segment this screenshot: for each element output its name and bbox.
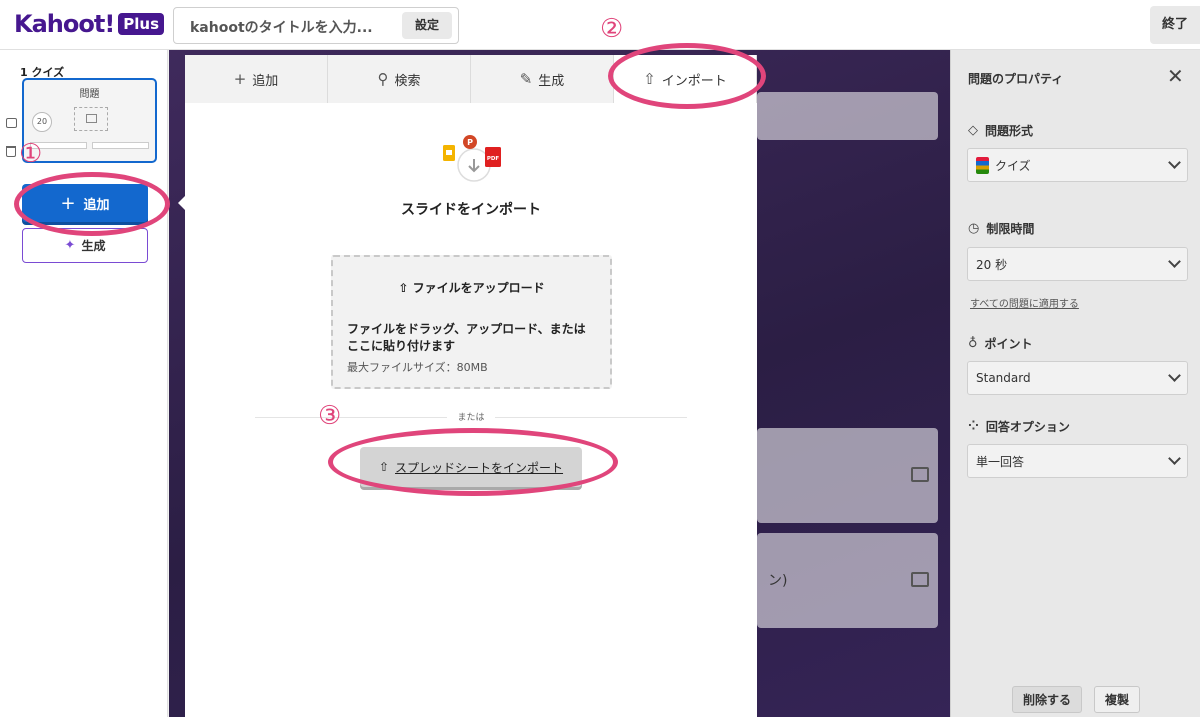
kahoot-logo[interactable]: Kahoot! Plus [14, 10, 165, 38]
add-question-modal: + 追加 ⚲ 検索 ✎ 生成 ⇧ インポート P PDF スライドをインポート … [185, 55, 757, 717]
settings-button[interactable]: 設定 [402, 12, 452, 39]
generate-label: 生成 [81, 239, 106, 253]
dots-icon: ⁘ [968, 419, 979, 434]
image-placeholder-icon [74, 107, 108, 131]
thumb-title: 問題 [79, 89, 100, 100]
panel-title: 問題のプロパティ [968, 72, 1064, 86]
or-separator: または [185, 410, 757, 423]
label-text: ポイント [984, 337, 1033, 351]
select-value: クイズ [995, 158, 1031, 173]
or-text: または [447, 413, 495, 423]
quiz-icon [976, 156, 989, 174]
exit-button[interactable]: 終了 [1150, 6, 1200, 44]
logo-text: Kahoot! [14, 10, 115, 38]
select-value: 20 秒 [976, 257, 1008, 272]
question-title-field [757, 92, 938, 140]
label-text: 回答オプション [985, 420, 1070, 434]
annotation-step-2: ② [600, 14, 624, 44]
apply-to-all-link[interactable]: すべての問題に適用する [970, 295, 1079, 310]
import-spreadsheet-button[interactable]: ⇧ スプレッドシートをインポート [360, 447, 582, 487]
wand-icon: ✦ [64, 238, 76, 253]
kahoot-title-input[interactable]: kahootのタイトルを入力... 設定 [173, 7, 459, 44]
tab-label: 追加 [252, 73, 279, 89]
chevron-down-icon [1168, 156, 1181, 169]
points-select[interactable]: Standard [967, 361, 1188, 395]
add-label: 追加 [83, 197, 110, 213]
upload-icon: ⇧ [378, 460, 390, 474]
points-label: ♁ ポイント [968, 335, 1033, 352]
title-placeholder: kahootのタイトルを入力... [190, 20, 373, 36]
generate-button[interactable]: ✦ 生成 [22, 228, 148, 263]
panel-actions: 削除する 複製 [951, 686, 1200, 713]
import-title: スライドをインポート [401, 202, 541, 218]
time-limit-select[interactable]: 20 秒 [967, 247, 1188, 281]
slide-import-icon: P PDF [443, 135, 501, 182]
select-value: Standard [976, 371, 1031, 385]
thumb-timer: 20 [32, 112, 52, 132]
tag-icon: ◇ [968, 123, 978, 138]
tab-label: インポート [661, 73, 727, 89]
upload-file-button[interactable]: ⇧ ファイルをアップロード [333, 279, 610, 296]
upload-max-size: 最大ファイルサイズ：80MB [347, 361, 488, 374]
answer-options-label: ⁘ 回答オプション [968, 418, 1070, 435]
tab-label: 検索 [394, 73, 421, 89]
close-icon[interactable]: ✕ [1167, 64, 1184, 88]
trash-icon[interactable] [6, 146, 16, 157]
delete-button[interactable]: 削除する [1011, 686, 1082, 713]
upload-label: ファイルをアップロード [412, 281, 545, 295]
tab-search[interactable]: ⚲ 検索 [328, 55, 471, 103]
duplicate-button[interactable]: 複製 [1094, 686, 1141, 713]
image-icon [911, 467, 929, 482]
answer-partial-text: ン) [768, 573, 788, 589]
tab-add[interactable]: + 追加 [185, 55, 328, 103]
annotation-step-3: ③ [318, 401, 342, 431]
modal-tabs: + 追加 ⚲ 検索 ✎ 生成 ⇧ インポート [185, 55, 757, 103]
annotation-step-1: ① [19, 139, 43, 169]
plus-icon: + [60, 192, 76, 214]
label-text: 問題形式 [985, 124, 1034, 138]
upload-icon: ⇧ [643, 70, 656, 88]
time-limit-label: ◷ 制限時間 [968, 220, 1034, 237]
select-value: 単一回答 [976, 454, 1025, 469]
answer-options-select[interactable]: 単一回答 [967, 444, 1188, 478]
clock-icon: ◷ [968, 221, 980, 236]
question-type-select[interactable]: クイズ [967, 148, 1188, 182]
powerpoint-letter: P [467, 138, 473, 147]
upload-icon: ⇧ [398, 281, 413, 295]
pdf-label: PDF [487, 156, 500, 162]
tab-import[interactable]: ⇧ インポート [614, 55, 757, 103]
medal-icon: ♁ [968, 336, 978, 351]
question-properties-panel: 問題のプロパティ ✕ ◇ 問題形式 クイズ ◷ 制限時間 20 秒 すべての問題… [950, 50, 1200, 717]
chevron-down-icon [1168, 452, 1181, 465]
upload-description: ファイルをドラッグ、アップロード、または ここに貼り付けます [347, 322, 586, 353]
spreadsheet-label: スプレッドシートをインポート [395, 460, 564, 475]
tab-generate[interactable]: ✎ 生成 [471, 55, 614, 103]
image-icon [911, 572, 929, 587]
duplicate-icon[interactable] [6, 118, 17, 128]
search-icon: ⚲ [377, 70, 389, 88]
file-drop-zone[interactable]: ⇧ ファイルをアップロード ファイルをドラッグ、アップロード、または ここに貼り… [331, 255, 612, 389]
tab-label: 生成 [538, 73, 565, 89]
plus-icon: + [233, 70, 247, 88]
wand-icon: ✎ [519, 70, 533, 88]
chevron-down-icon [1168, 369, 1181, 382]
thumb-answer [92, 142, 149, 149]
chevron-down-icon [1168, 255, 1181, 268]
label-text: 制限時間 [986, 222, 1035, 236]
question-type-label: ◇ 問題形式 [968, 122, 1033, 139]
logo-plus-badge: Plus [118, 13, 165, 35]
add-question-button[interactable]: + 追加 [22, 184, 148, 222]
